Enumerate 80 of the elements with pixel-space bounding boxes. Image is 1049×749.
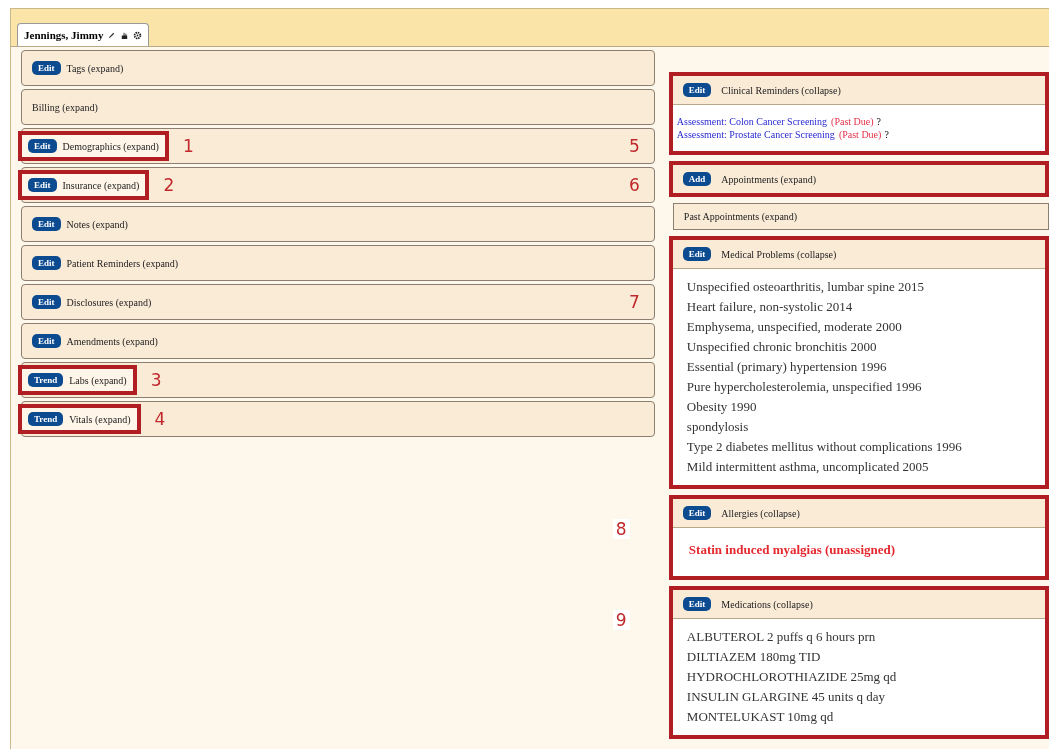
section-title[interactable]: Appointments (expand): [721, 173, 817, 185]
list-entry: Heart failure, non-systolic 2014: [686, 298, 854, 316]
panel-header[interactable]: Edit Clinical Reminders (collapse): [672, 76, 1045, 105]
section-header[interactable]: Edit Notes (expand): [21, 206, 655, 242]
list-entry: Pure hypercholesterolemia, unspecified 1996: [686, 378, 923, 396]
list-entry: spondylosis: [686, 418, 750, 436]
list-entry: Emphysema, unspecified, moderate 2000: [686, 318, 903, 336]
section-header[interactable]: Edit Insurance (expand) 2 6: [21, 167, 655, 203]
callout-number: 7: [629, 292, 640, 312]
reminder-link[interactable]: Assessment: Prostate Cancer Screening: [676, 129, 835, 140]
section-button[interactable]: Edit: [32, 217, 61, 231]
callout-number: 4: [154, 409, 166, 429]
section-header[interactable]: Edit Amendments (expand): [21, 323, 655, 359]
section-title[interactable]: Allergies (collapse): [721, 507, 800, 519]
panel-header[interactable]: Add Appointments (expand): [672, 165, 1045, 193]
section-title[interactable]: Billing (expand): [32, 101, 98, 113]
section-title[interactable]: Notes (expand): [66, 218, 128, 230]
section-title[interactable]: Patient Reminders (expand): [66, 257, 179, 269]
list-entry: INSULIN GLARGINE 45 units q day: [686, 688, 887, 706]
panel-header[interactable]: Edit Medical Problems (collapse): [672, 240, 1045, 269]
section-button[interactable]: Trend: [28, 412, 64, 426]
list-entry: DILTIAZEM 180mg TID: [686, 648, 822, 666]
section-header[interactable]: Edit Demographics (expand) 1 5: [21, 128, 655, 164]
help-link[interactable]: ?: [876, 116, 882, 127]
section-header[interactable]: Trend Vitals (expand) 4: [21, 401, 655, 437]
section-button[interactable]: Edit: [682, 597, 712, 611]
section-button[interactable]: Edit: [682, 247, 712, 261]
section-button[interactable]: Edit: [682, 83, 712, 97]
section-title[interactable]: Tags (expand): [66, 62, 124, 74]
section-header[interactable]: Edit Patient Reminders (expand): [21, 245, 655, 281]
allergy-entry: Statin induced myalgias (unassigned): [688, 542, 897, 558]
gear-icon[interactable]: [133, 30, 143, 40]
section-title[interactable]: Insurance (expand): [62, 179, 140, 191]
list-entry: HYDROCHLOROTHIAZIDE 25mg qd: [686, 668, 898, 686]
patient-tab[interactable]: Jennings, Jimmy: [17, 23, 150, 46]
section-button[interactable]: Edit: [28, 178, 57, 192]
panel-header[interactable]: Edit Medications (collapse): [672, 590, 1045, 619]
section-title[interactable]: Vitals (expand): [69, 413, 131, 425]
section-title[interactable]: Medications (collapse): [721, 598, 813, 610]
section-button[interactable]: Edit: [32, 295, 61, 309]
reminder-status: (Past Due): [831, 116, 874, 127]
panel-header[interactable]: Edit Allergies (collapse): [672, 499, 1045, 528]
callout-number: 5: [629, 136, 640, 156]
pencil-icon[interactable]: [107, 30, 117, 40]
section-title[interactable]: Medical Problems (collapse): [721, 248, 837, 260]
section-title[interactable]: Past Appointments (expand): [683, 211, 798, 222]
section-button[interactable]: Edit: [682, 506, 712, 520]
callout-number: 2: [163, 175, 175, 195]
callout-number: 3: [150, 370, 162, 390]
list-entry: Unspecified osteoarthritis, lumbar spine 2015: [686, 278, 926, 296]
section-header[interactable]: Edit Disclosures (expand) 7: [21, 284, 655, 320]
list-entry: Type 2 diabetes mellitus without complications 1996: [686, 438, 963, 456]
list-entry: Mild intermittent asthma, uncomplicated 2005: [686, 458, 930, 476]
section-title[interactable]: Amendments (expand): [66, 335, 158, 347]
section-button[interactable]: Edit: [28, 139, 57, 153]
help-link[interactable]: ?: [884, 129, 889, 140]
section-title[interactable]: Labs (expand): [69, 374, 127, 386]
callout-number: 8: [612, 519, 630, 539]
callout-number: 9: [612, 610, 630, 630]
section-button[interactable]: Add: [682, 172, 712, 186]
section-header[interactable]: Billing (expand): [21, 89, 655, 125]
callout-number: 1: [182, 136, 194, 156]
section-button[interactable]: Edit: [32, 334, 61, 348]
list-entry: Obesity 1990: [686, 398, 758, 416]
section-button[interactable]: Trend: [28, 373, 64, 387]
reminder-link[interactable]: Assessment: Colon Cancer Screening: [676, 116, 828, 127]
section-title[interactable]: Demographics (expand): [62, 140, 159, 152]
section-title[interactable]: Clinical Reminders (collapse): [721, 84, 841, 96]
list-entry: Essential (primary) hypertension 1996: [686, 358, 888, 376]
section-button[interactable]: Edit: [32, 61, 61, 75]
section-button[interactable]: Edit: [32, 256, 61, 270]
section-header[interactable]: Trend Labs (expand) 3: [21, 362, 655, 398]
panel-header[interactable]: Past Appointments (expand): [673, 204, 1048, 229]
list-entry: ALBUTEROL 2 puffs q 6 hours prn: [686, 628, 877, 646]
section-title[interactable]: Disclosures (expand): [66, 296, 152, 308]
callout-number: 6: [629, 175, 640, 195]
reminder-status: (Past Due): [838, 129, 882, 140]
section-header[interactable]: Edit Tags (expand): [21, 50, 655, 86]
list-entry: MONTELUKAST 10mg qd: [686, 708, 835, 726]
list-entry: Unspecified chronic bronchitis 2000: [686, 338, 878, 356]
